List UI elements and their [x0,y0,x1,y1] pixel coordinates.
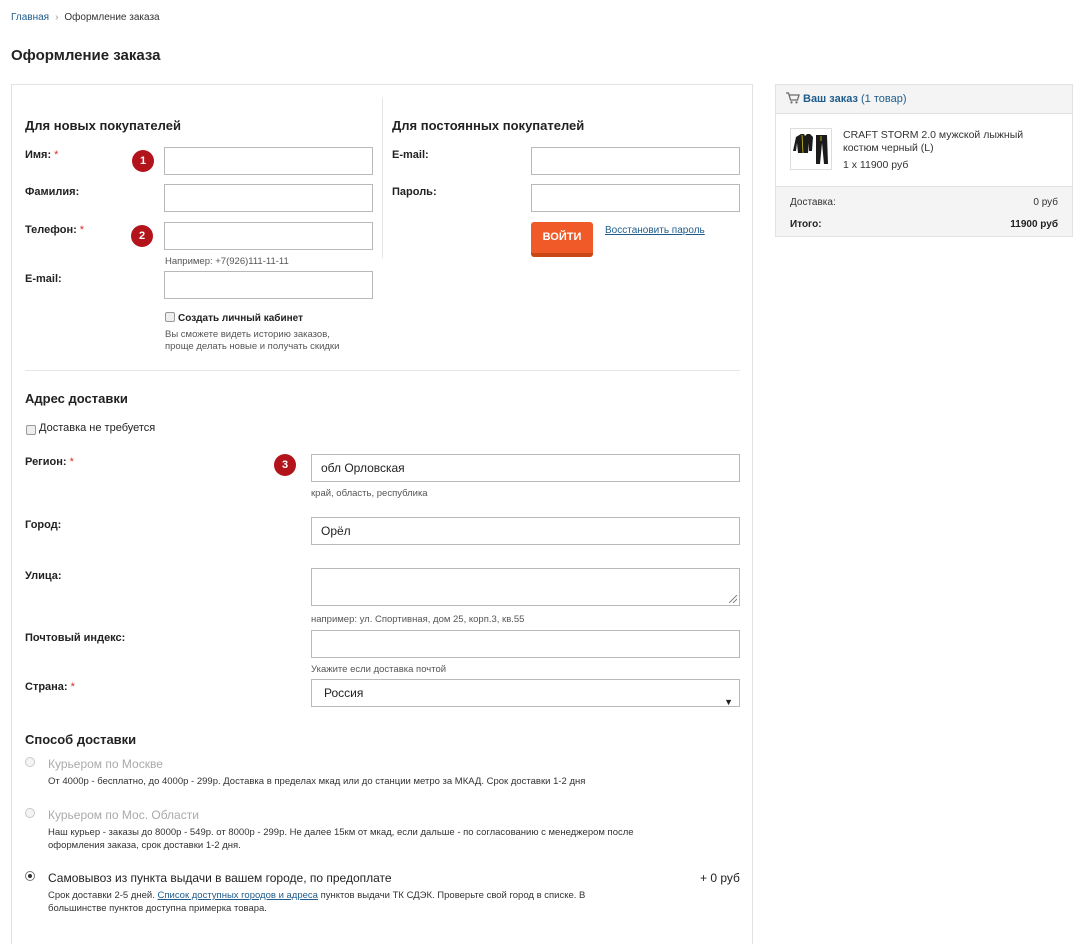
pickup-cities-link[interactable]: Список доступных городов и адреса [158,890,318,901]
total-value: 11900 руб [1010,219,1058,230]
order-summary-title[interactable]: Ваш заказ (1 товар) [803,93,907,105]
no-delivery-label: Доставка не требуется [39,422,156,434]
required-mark: * [69,456,74,468]
password-input[interactable] [531,184,740,212]
city-input[interactable]: Орёл [311,517,740,545]
surname-label: Фамилия: [25,186,80,198]
total-label: Итого: [790,219,822,230]
step-badge-3: 3 [274,454,296,476]
create-account-hint-line2: проще делать новые и получать скидки [165,341,340,352]
delivery-cost-label: Доставка: [790,197,836,208]
postal-input[interactable] [311,630,740,658]
breadcrumb-current: Оформление заказа [64,12,160,23]
order-item-count: (1 товар) [861,93,907,105]
create-account-checkbox[interactable] [165,312,175,322]
breadcrumb-home-link[interactable]: Главная [11,12,49,23]
delivery-radio-region[interactable] [25,808,35,818]
product-name-link[interactable]: CRAFT STORM 2.0 мужской лыжный костюм че… [843,129,1053,155]
delivery-option-pickup-desc-line1: Срок доставки 2-5 дней. Список доступных… [48,890,586,901]
returning-customers-title: Для постоянных покупателей [392,118,585,133]
email-label: E-mail: [25,273,62,285]
country-label: Страна: * [25,681,75,693]
step-badge-1: 1 [132,150,154,172]
delivery-option-pickup-title: Самовывоз из пункта выдачи в вашем город… [48,871,392,885]
login-email-input[interactable] [531,147,740,175]
region-input[interactable]: обл Орловская [311,454,740,482]
section-divider [25,370,740,371]
ski-suit-image [793,134,828,164]
delivery-option-moscow-desc: От 4000р - бесплатно, до 4000р - 299р. Д… [48,776,586,787]
postal-label: Почтовый индекс: [25,632,126,644]
name-label: Имя: * [25,149,59,161]
delivery-option-region-title: Курьером по Мос. Области [48,808,199,822]
street-hint: например: ул. Спортивная, дом 25, корп.3… [311,614,525,625]
delivery-option-moscow-title: Курьером по Москве [48,757,163,771]
delivery-option-region-desc-line2: оформления заказа, срок доставки 1-2 дня… [48,840,241,851]
product-thumbnail[interactable] [790,128,832,170]
product-quantity-price: 1 x 11900 руб [843,159,909,171]
country-value: Россия [324,686,364,700]
delivery-radio-moscow[interactable] [25,757,35,767]
delivery-option-region-desc-line1: Наш курьер - заказы до 8000р - 549р. от … [48,827,634,838]
breadcrumb: Главная › Оформление заказа [11,12,160,23]
delivery-cost-value: 0 руб [1033,197,1058,208]
page-title: Оформление заказа [11,47,161,64]
postal-hint: Укажите если доставка почтой [311,664,447,675]
city-label: Город: [25,519,62,531]
triangle-down-icon: ▼ [724,697,733,707]
cart-icon [786,92,800,104]
delivery-method-title: Способ доставки [25,732,137,747]
phone-input[interactable] [164,222,373,250]
phone-hint: Например: +7(926)111-11-11 [165,256,289,267]
create-account-hint-line1: Вы сможете видеть историю заказов, [165,329,330,340]
required-mark: * [70,681,75,693]
chevron-right-icon: › [55,12,59,23]
surname-input[interactable] [164,184,373,212]
create-account-label: Создать личный кабинет [178,313,303,324]
delivery-radio-pickup[interactable] [25,871,35,881]
phone-label: Телефон: * [25,224,85,236]
region-hint: край, область, республика [311,488,428,499]
street-label: Улица: [25,570,62,582]
street-textarea[interactable] [311,568,740,606]
delivery-option-pickup-price: + 0 руб [700,871,740,885]
password-label: Пароль: [392,186,437,198]
name-input[interactable] [164,147,373,175]
new-customers-title: Для новых покупателей [25,118,181,133]
required-mark: * [79,224,85,236]
no-delivery-checkbox[interactable] [26,425,36,435]
email-input[interactable] [164,271,373,299]
region-label: Регион: * [25,456,74,468]
country-select[interactable]: Россия ▼ [311,679,740,707]
column-divider [382,98,383,258]
login-button[interactable]: ВОЙТИ [531,222,593,257]
delivery-option-pickup-desc-line2: большинстве пунктов доступна примерка то… [48,903,267,914]
required-mark: * [54,149,59,161]
restore-password-link[interactable]: Восстановить пароль [605,225,705,236]
resize-grip-icon[interactable] [729,595,737,603]
step-badge-2: 2 [131,225,153,247]
address-title: Адрес доставки [25,391,128,406]
login-email-label: E-mail: [392,149,429,161]
